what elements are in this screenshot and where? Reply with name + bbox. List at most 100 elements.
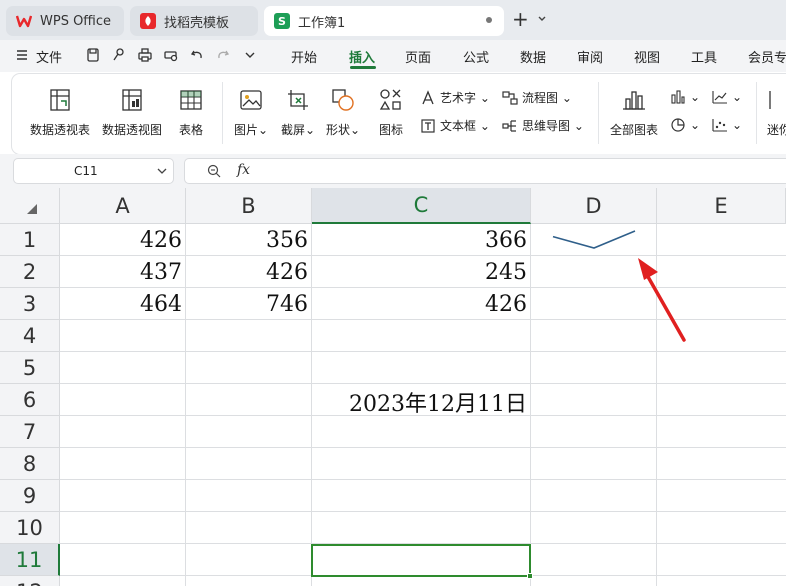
row-header-8[interactable]: 8 [0,448,60,480]
row-header-10[interactable]: 10 [0,512,60,544]
spreadsheet-grid[interactable]: A B C D E 1 2 3 4 5 6 7 8 9 10 11 12 426… [0,188,786,586]
cell-b2[interactable]: 426 [186,256,312,288]
gridline [60,447,786,448]
tab-modified-dot-icon[interactable] [484,15,494,25]
screenshot-label: 截屏⌄ [281,123,316,137]
row-header-6[interactable]: 6 [0,384,60,416]
cell-a2[interactable]: 437 [60,256,186,288]
cell-c6[interactable]: 2023年12月11日 [312,386,531,418]
table-label: 表格 [178,123,203,137]
pie-chart-dropdown[interactable]: ⌄ [670,117,700,133]
menu-view[interactable]: 视图 [634,47,660,66]
menu-review[interactable]: 审阅 [577,47,603,66]
table-icon [180,90,202,110]
shape-button[interactable]: 形状⌄ [326,87,360,138]
column-header-e[interactable]: E [657,188,786,224]
menu-insert[interactable]: 插入 [349,47,375,66]
name-box[interactable]: C11 [13,158,174,184]
screenshot-button[interactable]: 截屏⌄ [281,87,315,138]
cell-b3[interactable]: 746 [186,288,312,320]
menu-member[interactable]: 会员专 [748,47,786,66]
line-chart-icon [712,91,727,104]
table-button[interactable]: 表格 [178,87,204,138]
sparkline-icon [769,91,771,109]
cell-reference: C11 [74,164,98,178]
flowchart-label: 流程图 [522,91,559,105]
textbox-button[interactable]: 文本框 ⌄ [420,117,490,134]
pivot-table-button[interactable]: 数据透视表 [30,87,90,138]
row-header-12[interactable]: 12 [0,576,60,586]
pivot-chart-button[interactable]: 数据透视图 [102,87,162,138]
icon-button[interactable]: 图标 [378,87,404,138]
print-icon[interactable] [137,47,153,63]
gridline [60,479,786,480]
bar-chart-icon [623,91,645,110]
all-charts-button[interactable]: 全部图表 [610,87,658,138]
column-header-c[interactable]: C [312,188,531,224]
ribbon-separator [222,82,223,144]
row-header-3[interactable]: 3 [0,288,60,320]
dropdown-caret-icon: ⌄ [558,90,572,105]
tab-label: 工作簿1 [298,15,346,31]
menu-file[interactable]: 文件 [36,47,62,66]
gridline [60,351,786,352]
row-header-5[interactable]: 5 [0,352,60,384]
scatter-chart-dropdown[interactable]: ⌄ [712,117,742,133]
cell-c1[interactable]: 366 [312,224,531,256]
select-all-corner[interactable] [0,188,60,224]
formula-input[interactable]: fx [184,158,786,184]
mindmap-button[interactable]: 思维导图 ⌄ [502,117,584,134]
dropdown-caret-icon: ⌄ [690,118,701,132]
fx-label[interactable]: fx [237,162,250,178]
print-preview-icon[interactable] [163,47,179,63]
menu-formula[interactable]: 公式 [463,47,489,66]
row-header-7[interactable]: 7 [0,416,60,448]
scatter-chart-icon [712,119,727,132]
cell-a3[interactable]: 464 [60,288,186,320]
picture-label: 图片⌄ [234,123,269,137]
menu-data[interactable]: 数据 [520,47,546,66]
tab-template[interactable]: 找稻壳模板 [130,6,258,36]
redo-icon[interactable] [215,47,231,63]
icon-label: 图标 [378,123,403,137]
column-header-b[interactable]: B [186,188,312,224]
picture-button[interactable]: 图片⌄ [234,87,268,138]
tab-workbook[interactable]: S 工作簿1 [264,6,504,36]
selected-cell-c11[interactable] [311,544,531,577]
menu-tools[interactable]: 工具 [691,47,717,66]
column-header-a[interactable]: A [60,188,186,224]
menu-home[interactable]: 开始 [291,47,317,66]
chevron-down-icon[interactable] [537,13,547,23]
line-chart-dropdown[interactable]: ⌄ [712,89,742,105]
column-header-d[interactable]: D [531,188,657,224]
spreadsheet-logo-icon: S [274,13,290,29]
chevron-down-icon[interactable] [156,165,168,177]
quick-access-chevron-icon[interactable] [242,47,258,63]
tab-wps-office[interactable]: WPS Office [6,6,124,36]
undo-icon[interactable] [189,47,205,63]
row-header-11[interactable]: 11 [0,544,60,576]
cell-a1[interactable]: 426 [60,224,186,256]
tab-label: 找稻壳模板 [164,15,230,31]
column-chart-dropdown[interactable]: ⌄ [670,89,700,105]
new-tab-plus-icon[interactable]: + [512,9,529,29]
cell-b1[interactable]: 356 [186,224,312,256]
hamburger-menu-icon[interactable] [14,47,30,63]
menu-page[interactable]: 页面 [405,47,431,66]
row-header-9[interactable]: 9 [0,480,60,512]
share-icon[interactable] [110,47,126,63]
sparkline-button[interactable]: 迷你 [766,87,786,138]
cell-c2[interactable]: 245 [312,256,531,288]
cell-c3[interactable]: 426 [312,288,531,320]
flowchart-button[interactable]: 流程图 ⌄ [502,89,572,106]
sparkline-label: 迷你 [766,123,786,137]
icon-library-icon [379,89,401,110]
wordart-button[interactable]: 艺术字 ⌄ [420,89,490,106]
save-icon[interactable] [85,47,101,63]
fill-handle[interactable] [527,573,533,579]
zoom-search-icon[interactable] [207,164,221,178]
row-header-1[interactable]: 1 [0,224,60,256]
gridline [60,383,786,384]
row-header-2[interactable]: 2 [0,256,60,288]
row-header-4[interactable]: 4 [0,320,60,352]
